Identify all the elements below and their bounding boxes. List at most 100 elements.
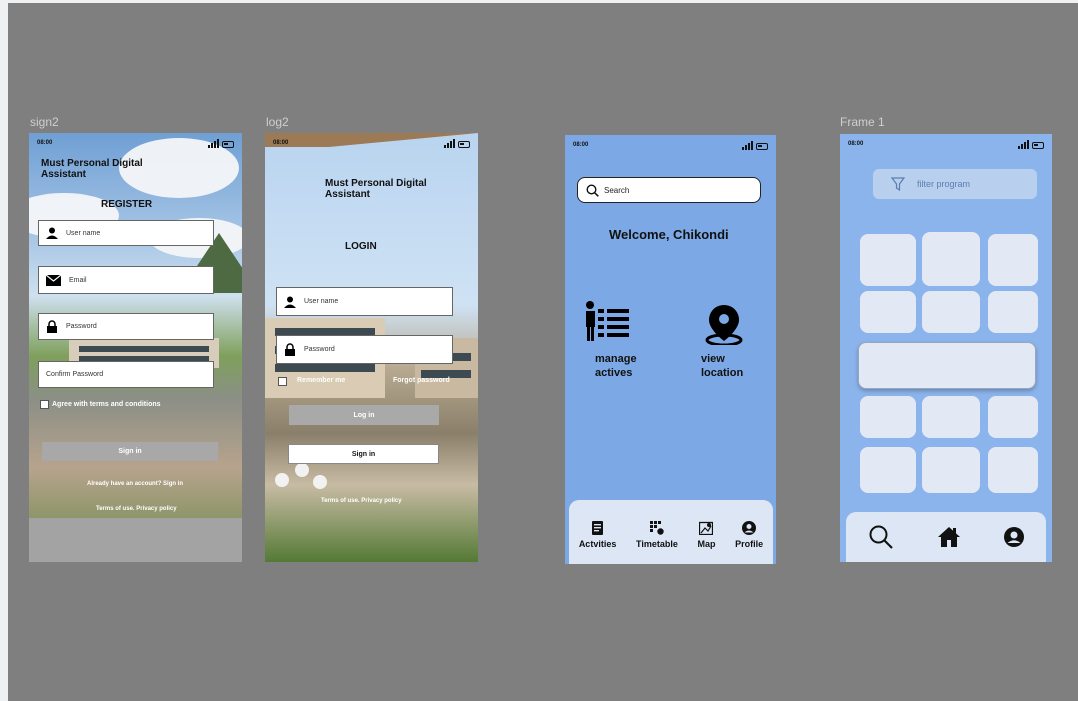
remember-checkbox[interactable]: [278, 377, 287, 386]
search-placeholder: Search: [604, 185, 630, 195]
sign-in-button[interactable]: Sign in: [42, 442, 218, 461]
terms-link[interactable]: Terms of use. Privacy policy: [321, 498, 402, 504]
program-tile[interactable]: [922, 291, 980, 333]
remember-text: Remember me: [297, 377, 346, 384]
search-icon[interactable]: [868, 524, 894, 550]
program-tile[interactable]: [922, 232, 980, 286]
manage-actives-action[interactable]: [584, 301, 632, 350]
status-time: 08:00: [848, 141, 864, 147]
document-icon: [592, 521, 604, 535]
nav-map[interactable]: Map: [697, 521, 715, 549]
bottom-nav: Actvities Timetable Map Profile: [569, 500, 773, 564]
program-row-selected[interactable]: [858, 342, 1036, 389]
agree-text: Agree with terms and conditions: [52, 401, 161, 408]
confirm-password-placeholder: Confirm Password: [46, 371, 104, 378]
nav-activities[interactable]: Actvities: [578, 521, 617, 549]
already-account-link[interactable]: Already have an account? Sign in: [87, 481, 183, 487]
status-icons: [444, 139, 470, 148]
view-location-label: view location: [701, 353, 744, 379]
filter-placeholder: filter program: [917, 179, 971, 189]
filter-bar[interactable]: filter program: [873, 169, 1037, 199]
program-tile[interactable]: [988, 447, 1038, 493]
design-canvas: sign2 08:00 Must Personal Digital Assist…: [8, 3, 1078, 701]
app-title: Must Personal Digital Assistant: [325, 178, 427, 200]
lamp-globes: [275, 463, 330, 503]
view-location-action[interactable]: [704, 303, 744, 350]
calendar-grid-icon: [649, 521, 664, 535]
app-title: Must Personal Digital Assistant: [41, 158, 143, 180]
signal-icon: [444, 139, 455, 148]
signal-icon: [742, 141, 753, 150]
nav-label: Profile: [735, 539, 764, 549]
map-icon: [699, 521, 714, 535]
program-tile[interactable]: [988, 234, 1038, 286]
frame-label-log2[interactable]: log2: [266, 115, 289, 129]
nav-label: Timetable: [635, 539, 678, 549]
nav-label: Map: [697, 539, 716, 549]
login-heading: LOGIN: [345, 241, 377, 252]
username-field[interactable]: User name: [276, 287, 453, 316]
program-tile[interactable]: [860, 396, 916, 438]
filter-icon: [891, 177, 905, 191]
email-icon: [46, 274, 61, 286]
signal-icon: [1018, 140, 1029, 149]
welcome-text: Welcome, Chikondi: [609, 227, 729, 242]
log2-frame[interactable]: 08:00 Must Personal Digital Assistant LO…: [265, 133, 478, 562]
home-icon[interactable]: [937, 525, 961, 549]
password-placeholder: Password: [66, 323, 97, 330]
password-field[interactable]: Password: [38, 313, 214, 340]
agree-checkbox[interactable]: [40, 400, 49, 409]
bottom-panel: [29, 518, 242, 562]
sign-in-button[interactable]: Sign in: [288, 444, 439, 464]
username-placeholder: User name: [66, 229, 101, 237]
task-list-icon: [586, 301, 629, 341]
program-tile[interactable]: [860, 291, 916, 333]
status-icons: [742, 141, 768, 150]
lock-icon: [285, 343, 295, 356]
password-field[interactable]: Password: [276, 335, 453, 364]
frame-label-sign2[interactable]: sign2: [30, 115, 59, 129]
manage-actives-label: manage actives: [595, 353, 637, 379]
program-tile[interactable]: [860, 234, 916, 286]
frame1-frame[interactable]: 08:00 filter program: [840, 134, 1052, 562]
program-tile[interactable]: [922, 396, 980, 438]
battery-icon: [1032, 142, 1044, 149]
search-bar[interactable]: Search: [577, 177, 761, 203]
program-tile[interactable]: [988, 396, 1038, 438]
battery-icon: [222, 141, 234, 148]
password-placeholder: Password: [304, 346, 335, 353]
email-placeholder: Email: [69, 276, 87, 284]
status-time: 08:00: [573, 142, 589, 148]
program-tile[interactable]: [988, 291, 1038, 333]
home-frame[interactable]: 08:00 Search Welcome, Chikondi manage ac…: [565, 135, 776, 564]
program-tile[interactable]: [922, 447, 980, 493]
search-icon: [586, 183, 599, 197]
frame-label-frame1[interactable]: Frame 1: [840, 115, 885, 129]
status-icons: [208, 139, 234, 148]
status-time: 08:00: [273, 140, 289, 146]
program-tile[interactable]: [860, 447, 916, 493]
user-icon: [46, 227, 58, 239]
profile-icon[interactable]: [1004, 527, 1025, 547]
nav-timetable[interactable]: Timetable: [636, 521, 678, 549]
status-time: 08:00: [37, 140, 53, 146]
status-icons: [1018, 140, 1044, 149]
nav-label: Actvities: [578, 539, 617, 549]
profile-icon: [742, 521, 757, 535]
terms-link[interactable]: Terms of use. Privacy policy: [96, 506, 177, 512]
email-field[interactable]: Email: [38, 266, 214, 294]
nav-profile[interactable]: Profile: [735, 521, 763, 549]
register-heading: REGISTER: [101, 199, 153, 210]
log-in-button[interactable]: Log in: [289, 405, 439, 425]
forgot-password-link[interactable]: Forgot password: [393, 377, 450, 384]
battery-icon: [756, 143, 768, 150]
signal-icon: [208, 139, 219, 148]
username-placeholder: User name: [304, 298, 339, 305]
username-field[interactable]: User name: [38, 220, 214, 246]
sign2-frame[interactable]: 08:00 Must Personal Digital Assistant RE…: [29, 133, 242, 562]
user-icon: [284, 296, 296, 308]
confirm-password-field[interactable]: Confirm Password: [38, 361, 214, 388]
location-pin-icon: [705, 305, 743, 347]
lock-icon: [47, 320, 57, 333]
bottom-nav: [846, 512, 1046, 562]
